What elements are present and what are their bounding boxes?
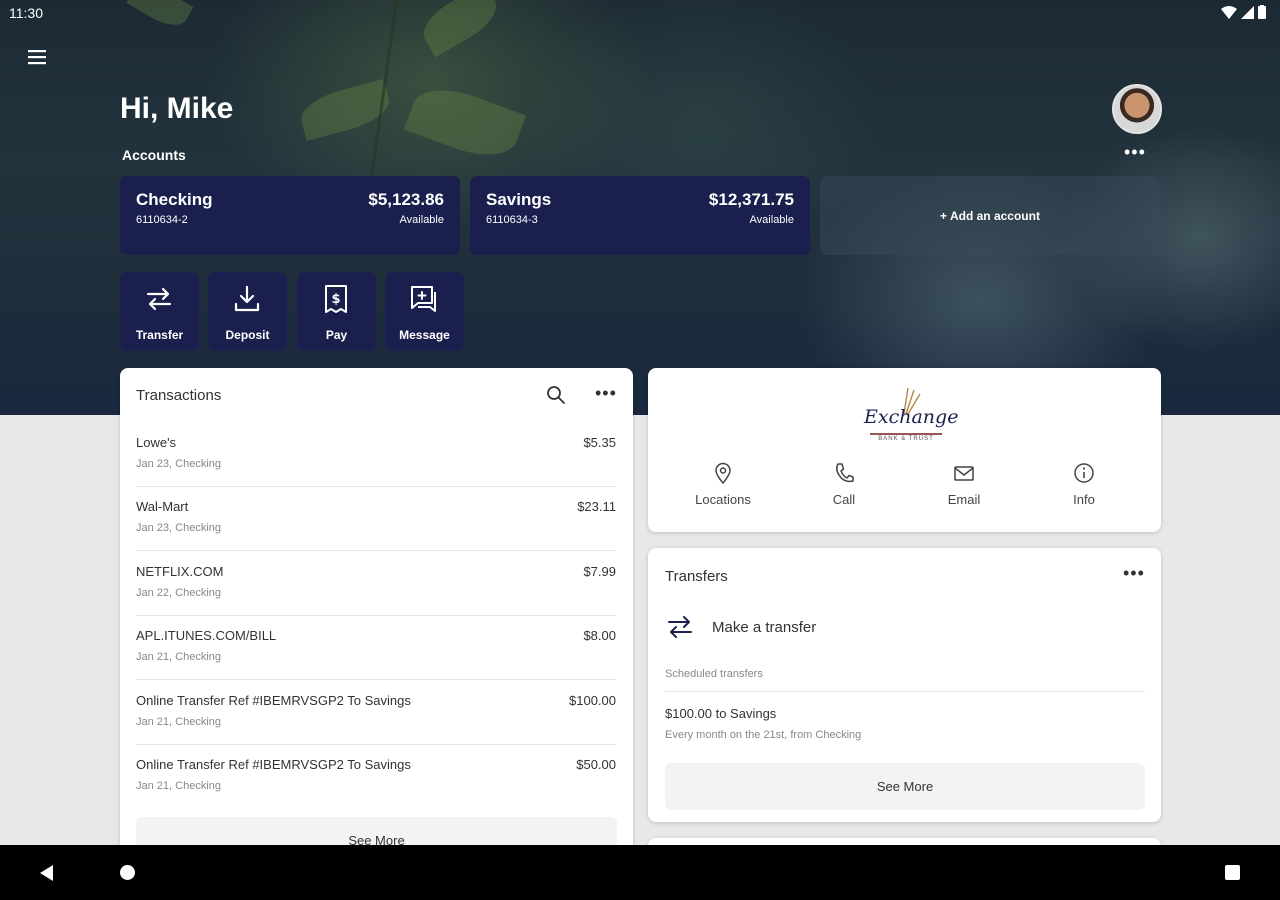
account-number: 6110634-3: [486, 214, 538, 226]
pay-action-button[interactable]: $ Pay: [297, 272, 376, 351]
deposit-icon: [234, 285, 260, 312]
account-balance-label: Available: [749, 214, 794, 226]
transaction-date-account: Jan 22, Checking: [136, 587, 221, 599]
email-label: Email: [947, 492, 981, 507]
transfer-action-button[interactable]: Transfer: [120, 272, 199, 351]
wifi-icon: [1221, 5, 1237, 19]
transaction-amount: $100.00: [569, 693, 616, 708]
info-icon: [1074, 463, 1094, 483]
transfers-title: Transfers: [665, 568, 728, 585]
status-bar: 11:30: [0, 0, 1280, 26]
action-label: Pay: [325, 328, 348, 342]
transaction-name: Online Transfer Ref #IBEMRVSGP2 To Savin…: [136, 693, 411, 708]
back-icon[interactable]: [40, 865, 53, 881]
menu-button[interactable]: [24, 44, 50, 70]
transaction-row[interactable]: APL.ITUNES.COM/BILL Jan 21, Checking $8.…: [136, 616, 616, 680]
bank-logo-subtext: BANK & TRUST: [878, 436, 934, 442]
call-label: Call: [832, 492, 856, 507]
battery-icon: [1258, 5, 1266, 19]
transaction-date-account: Jan 21, Checking: [136, 780, 221, 792]
hamburger-icon: [28, 50, 46, 65]
action-label: Transfer: [135, 328, 184, 342]
transfers-card: Transfers ••• Make a transfer Scheduled …: [648, 548, 1161, 822]
add-account-button[interactable]: + Add an account: [820, 176, 1160, 255]
account-balance: $12,371.75: [708, 190, 794, 209]
scheduled-transfer-subtitle: Every month on the 21st, from Checking: [665, 729, 862, 741]
transaction-name: Lowe's: [136, 435, 177, 450]
scheduled-transfer-item[interactable]: $100.00 to Savings Every month on the 21…: [665, 692, 1145, 748]
account-card-savings[interactable]: Savings 6110634-3 $12,371.75 Available: [470, 176, 810, 255]
pay-icon: $: [325, 285, 347, 313]
transfers-more-button[interactable]: •••: [1123, 563, 1145, 584]
signal-icon: [1241, 5, 1254, 19]
email-link[interactable]: Email: [914, 462, 1014, 507]
scheduled-transfer-title: $100.00 to Savings: [665, 706, 777, 721]
status-icons: [1221, 5, 1266, 19]
transaction-row[interactable]: Online Transfer Ref #IBEMRVSGP2 To Savin…: [136, 745, 616, 809]
transaction-name: Wal-Mart: [136, 499, 189, 514]
transactions-title: Transactions: [136, 387, 222, 404]
location-pin-icon: [715, 462, 731, 484]
account-card-checking[interactable]: Checking 6110634-2 $5,123.86 Available: [120, 176, 460, 255]
deposit-action-button[interactable]: Deposit: [208, 272, 287, 351]
transaction-amount: $50.00: [576, 757, 616, 772]
transaction-row[interactable]: Wal-Mart Jan 23, Checking $23.11: [136, 487, 616, 551]
info-link[interactable]: Info: [1034, 462, 1134, 507]
bank-logo: Exchange BANK & TRUST: [864, 384, 959, 446]
transaction-row[interactable]: Online Transfer Ref #IBEMRVSGP2 To Savin…: [136, 681, 616, 745]
transaction-date-account: Jan 21, Checking: [136, 651, 221, 663]
transaction-date-account: Jan 23, Checking: [136, 458, 221, 470]
status-time: 11:30: [9, 5, 43, 21]
action-label: Message: [399, 328, 450, 342]
transactions-card: Transactions ••• Lowe's Jan 23, Checking…: [120, 368, 633, 868]
action-label: Deposit: [225, 328, 270, 342]
transfer-icon: [146, 287, 172, 311]
account-number: 6110634-2: [136, 214, 188, 226]
make-transfer-button[interactable]: Make a transfer: [665, 606, 1145, 648]
account-balance-label: Available: [399, 214, 444, 226]
locations-link[interactable]: Locations: [673, 462, 773, 507]
make-transfer-label: Make a transfer: [712, 619, 817, 636]
account-balance: $5,123.86: [368, 190, 444, 209]
transaction-date-account: Jan 21, Checking: [136, 716, 221, 728]
scheduled-transfers-label: Scheduled transfers: [665, 668, 763, 680]
transfers-see-more-button[interactable]: See More: [665, 763, 1145, 810]
message-action-button[interactable]: Message: [385, 272, 464, 351]
search-icon[interactable]: [546, 385, 566, 405]
transfer-icon: [668, 616, 692, 638]
locations-label: Locations: [695, 492, 751, 507]
accounts-label: Accounts: [122, 147, 186, 163]
bank-logo-text: Exchange: [864, 406, 959, 428]
call-link[interactable]: Call: [794, 462, 894, 507]
phone-icon: [835, 463, 854, 483]
avatar[interactable]: [1112, 84, 1162, 134]
transaction-row[interactable]: Lowe's Jan 23, Checking $5.35: [136, 423, 616, 487]
transaction-name: Online Transfer Ref #IBEMRVSGP2 To Savin…: [136, 757, 411, 772]
transaction-amount: $23.11: [577, 499, 616, 514]
account-name: Savings: [486, 190, 552, 209]
transaction-date-account: Jan 23, Checking: [136, 522, 221, 534]
message-icon: [411, 286, 436, 312]
info-label: Info: [1073, 492, 1095, 507]
account-name: Checking: [136, 190, 213, 209]
transaction-amount: $5.35: [583, 435, 616, 450]
email-icon: [954, 466, 974, 481]
transaction-amount: $7.99: [583, 564, 616, 579]
transaction-name: NETFLIX.COM: [136, 564, 224, 579]
transaction-amount: $8.00: [583, 628, 616, 643]
home-icon[interactable]: [120, 865, 135, 880]
transaction-row[interactable]: NETFLIX.COM Jan 22, Checking $7.99: [136, 552, 616, 616]
recent-apps-icon[interactable]: [1225, 865, 1240, 880]
leaf-decoration: [403, 77, 527, 168]
transaction-name: APL.ITUNES.COM/BILL: [136, 628, 277, 643]
accounts-more-button[interactable]: •••: [1124, 142, 1146, 163]
bank-info-card: Exchange BANK & TRUST: [648, 368, 1161, 532]
greeting: Hi, Mike: [120, 92, 234, 125]
svg-text:$: $: [331, 292, 340, 307]
system-nav-bar: [0, 845, 1280, 900]
transactions-more-button[interactable]: •••: [595, 383, 617, 404]
